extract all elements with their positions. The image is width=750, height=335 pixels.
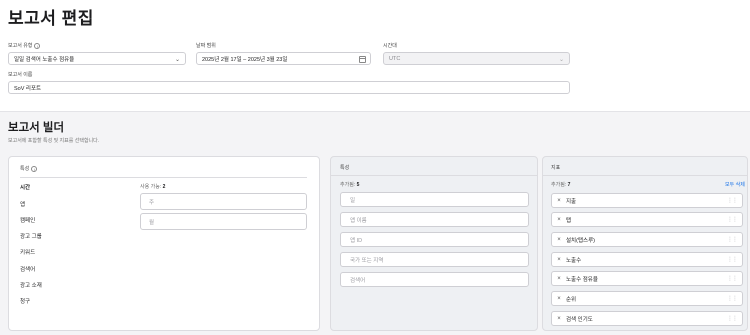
date-range-label-text: 날짜 범위 bbox=[196, 43, 216, 49]
category-item-time[interactable]: 시간 bbox=[20, 183, 30, 191]
metric-label: 설치(탭스루) bbox=[566, 237, 595, 244]
added-label: 추가됨: bbox=[340, 182, 356, 188]
category-item-app[interactable]: 앱 bbox=[20, 200, 25, 208]
metric-item[interactable]: × 노출수 ⋮⋮ bbox=[551, 252, 743, 267]
categories-panel-title-text: 특성 bbox=[20, 166, 30, 172]
date-range-picker[interactable]: 2025년 2월 17일 – 2025년 3월 23일 bbox=[196, 52, 371, 65]
available-option-week[interactable]: 주 bbox=[140, 193, 307, 210]
available-count: 사용 가능: 2 bbox=[140, 183, 165, 190]
metric-item[interactable]: × 탭 ⋮⋮ bbox=[551, 212, 743, 227]
option-label: 월 bbox=[149, 219, 155, 226]
option-label: 주 bbox=[149, 199, 155, 206]
added-count-value: 5 bbox=[356, 182, 360, 188]
timezone-label-text: 시간대 bbox=[383, 43, 397, 49]
dimension-item[interactable]: 앱 ID bbox=[340, 232, 529, 247]
dimension-item[interactable]: 검색어 bbox=[340, 272, 529, 287]
available-label: 사용 가능: bbox=[140, 184, 162, 190]
category-item-keyword[interactable]: 키워드 bbox=[20, 248, 35, 256]
info-icon[interactable]: i bbox=[34, 42, 41, 49]
timezone-select: UTC ⌄ bbox=[383, 52, 570, 65]
category-item-campaign[interactable]: 캠페인 bbox=[20, 216, 35, 224]
page-title: 보고서 편집 bbox=[8, 9, 94, 28]
report-type-value: 일일 검색어 노출수 점유율 bbox=[14, 56, 75, 63]
timezone-label: 시간대 bbox=[383, 42, 397, 49]
category-item-billing[interactable]: 청구 bbox=[20, 297, 30, 305]
close-icon[interactable]: × bbox=[552, 257, 566, 263]
category-item-search-term[interactable]: 검색어 bbox=[20, 265, 35, 273]
drag-handle-icon[interactable]: ⋮⋮ bbox=[727, 315, 738, 322]
report-name-label: 보고서 이름 bbox=[8, 71, 32, 78]
dimension-item[interactable]: 앱 이름 bbox=[340, 212, 529, 227]
metric-label: 순위 bbox=[566, 296, 577, 303]
metric-label: 노출수 점유율 bbox=[566, 276, 598, 283]
divider bbox=[331, 175, 537, 176]
dimension-label: 검색어 bbox=[350, 277, 366, 284]
report-type-label-text: 보고서 유형 bbox=[8, 43, 33, 49]
categories-panel-title: 특성 i bbox=[20, 165, 38, 172]
timezone-value: UTC bbox=[389, 55, 401, 62]
builder-subtitle: 보고서에 포함할 특성 및 지표를 선택합니다. bbox=[8, 138, 100, 144]
metric-label: 검색 인기도 bbox=[566, 316, 593, 323]
drag-handle-icon[interactable]: ⋮⋮ bbox=[727, 236, 738, 243]
report-name-input[interactable]: SoV 리포트 bbox=[8, 81, 570, 94]
builder-title: 보고서 빌더 bbox=[8, 122, 65, 134]
dimension-item[interactable]: 일 bbox=[340, 192, 529, 207]
dimension-label: 앱 ID bbox=[350, 237, 363, 244]
category-item-ad-group[interactable]: 광고 그룹 bbox=[20, 232, 42, 240]
close-icon[interactable]: × bbox=[552, 237, 566, 243]
info-icon[interactable]: i bbox=[31, 165, 38, 172]
dimensions-added-count: 추가됨: 5 bbox=[340, 181, 359, 188]
close-icon[interactable]: × bbox=[552, 296, 566, 302]
dimension-item[interactable]: 국가 또는 지역 bbox=[340, 252, 529, 267]
report-name-label-text: 보고서 이름 bbox=[8, 72, 33, 78]
metric-item[interactable]: × 순위 ⋮⋮ bbox=[551, 291, 743, 306]
dimensions-panel-title-text: 특성 bbox=[340, 165, 350, 171]
metrics-added-count: 추가됨: 7 bbox=[551, 181, 570, 188]
metric-item[interactable]: × 지출 ⋮⋮ bbox=[551, 193, 743, 208]
dimension-label: 국가 또는 지역 bbox=[350, 257, 384, 264]
divider bbox=[543, 175, 747, 176]
date-range-label: 날짜 범위 bbox=[196, 42, 216, 49]
available-count-value: 2 bbox=[162, 184, 166, 190]
metrics-panel-title: 지표 bbox=[551, 164, 560, 171]
calendar-icon bbox=[359, 55, 366, 63]
remove-all-button[interactable]: 모두 삭제 bbox=[725, 181, 745, 188]
metric-item[interactable]: × 노출수 점유율 ⋮⋮ bbox=[551, 271, 743, 286]
available-option-month[interactable]: 월 bbox=[140, 213, 307, 230]
drag-handle-icon[interactable]: ⋮⋮ bbox=[727, 256, 738, 263]
added-count-value: 7 bbox=[567, 182, 571, 188]
drag-handle-icon[interactable]: ⋮⋮ bbox=[727, 197, 738, 204]
dimensions-panel-title: 특성 bbox=[340, 164, 349, 171]
metric-item[interactable]: × 설치(탭스루) ⋮⋮ bbox=[551, 232, 743, 247]
close-icon[interactable]: × bbox=[552, 276, 566, 282]
report-type-label: 보고서 유형 i bbox=[8, 42, 41, 49]
close-icon[interactable]: × bbox=[552, 217, 566, 223]
chevron-down-icon: ⌄ bbox=[558, 57, 564, 63]
dimension-label: 일 bbox=[350, 197, 356, 204]
date-range-value: 2025년 2월 17일 – 2025년 3월 23일 bbox=[202, 56, 288, 63]
category-item-creative[interactable]: 광고 소재 bbox=[20, 281, 42, 289]
added-label: 추가됨: bbox=[551, 182, 567, 188]
report-type-select[interactable]: 일일 검색어 노출수 점유율 ⌄ bbox=[8, 52, 186, 65]
chevron-down-icon: ⌄ bbox=[174, 57, 180, 63]
metric-label: 노출수 bbox=[566, 257, 582, 264]
dimension-label: 앱 이름 bbox=[350, 217, 367, 224]
drag-handle-icon[interactable]: ⋮⋮ bbox=[727, 295, 738, 302]
drag-handle-icon[interactable]: ⋮⋮ bbox=[727, 216, 738, 223]
drag-handle-icon[interactable]: ⋮⋮ bbox=[727, 275, 738, 282]
report-name-value: SoV 리포트 bbox=[14, 85, 42, 92]
metric-label: 탭 bbox=[566, 217, 572, 224]
metrics-panel-title-text: 지표 bbox=[551, 165, 561, 171]
metric-item[interactable]: × 검색 인기도 ⋮⋮ bbox=[551, 311, 743, 326]
divider bbox=[20, 177, 307, 178]
close-icon[interactable]: × bbox=[552, 198, 566, 204]
close-icon[interactable]: × bbox=[552, 316, 566, 322]
metric-label: 지출 bbox=[566, 198, 577, 205]
